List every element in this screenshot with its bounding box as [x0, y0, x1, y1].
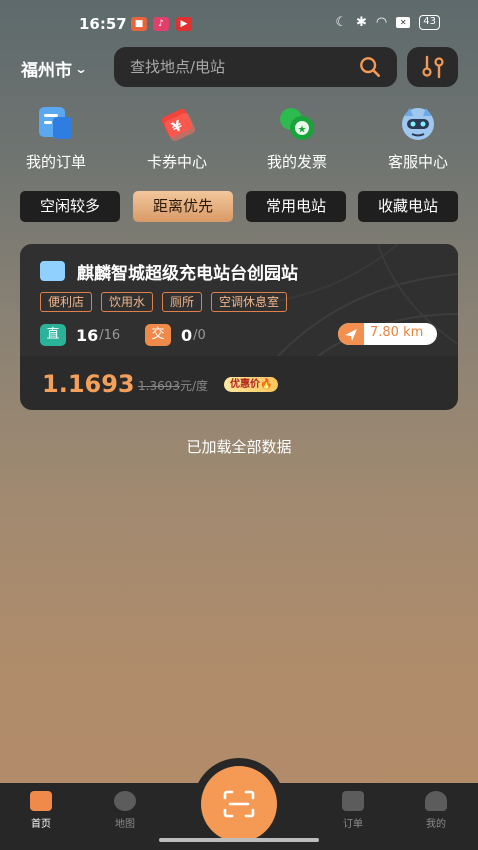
scan-button[interactable] [201, 766, 277, 842]
profile-icon [425, 791, 447, 811]
distance-value: 7.80 km [370, 325, 424, 340]
nav-label: 地图 [115, 819, 135, 830]
quick-menu-label: 卡券中心 [146, 153, 207, 171]
fire-icon: 🔥 [260, 379, 273, 390]
nav-map[interactable]: 地图 [95, 791, 155, 830]
orders-icon [342, 791, 364, 811]
filter-chip-frequent[interactable]: 常用电站 [246, 191, 346, 222]
station-card-header: 麒麟智城超级充电站台创园站 便利店 饮用水 厕所 空调休息室 直 16 /16 … [20, 244, 458, 356]
dc-free-count: 16 [76, 325, 99, 345]
promo-badge: 优惠价🔥 [224, 377, 279, 392]
moon-icon: ☾ [335, 15, 348, 30]
customer-service-icon [398, 104, 438, 144]
nav-label: 首页 [31, 819, 51, 830]
price-unit: 元/度 [180, 379, 209, 393]
bluetooth-icon: ✱ [356, 15, 367, 30]
filter-chip-idle[interactable]: 空闲较多 [20, 191, 120, 222]
quick-menu-label: 客服中心 [387, 153, 448, 171]
old-price-value: 1.3693 [138, 379, 180, 393]
station-card[interactable]: 麒麟智城超级充电站台创园站 便利店 饮用水 厕所 空调休息室 直 16 /16 … [20, 244, 458, 410]
quick-menu-coupons[interactable]: ¥ 卡券中心 [127, 104, 227, 172]
ac-pile-status: 交 0 /0 [145, 324, 206, 346]
city-selector[interactable]: 福州市 ⌄ [21, 56, 88, 81]
ac-badge: 交 [145, 324, 171, 346]
filter-chip-favorites[interactable]: 收藏电站 [358, 191, 458, 222]
dc-badge: 直 [40, 324, 66, 346]
notification-app-icon: ■ [131, 17, 147, 31]
city-label: 福州市 [21, 61, 72, 81]
filter-chip-distance[interactable]: 距离优先 [133, 191, 233, 222]
status-time: 16:57 [79, 15, 127, 33]
home-icon [30, 791, 52, 811]
old-price: 1.3693元/度 [138, 377, 208, 394]
quick-menu-label: 我的发票 [266, 153, 327, 171]
current-price: 1.1693 [42, 370, 135, 398]
wifi-icon: ◠ [375, 15, 388, 30]
nav-orders[interactable]: 订单 [323, 791, 383, 830]
ac-free-count: 0 [181, 325, 193, 345]
quick-menu-label: 我的订单 [25, 153, 86, 171]
sliders-icon [421, 55, 444, 79]
status-bar: 16:57 ■ ♪ ▶ ☾ ✱ ◠ ✕ 43 [0, 0, 478, 48]
search-bar[interactable] [114, 47, 397, 87]
quick-menu-orders[interactable]: 我的订单 [6, 104, 106, 172]
video-app-icon: ▶ [176, 17, 192, 31]
station-name: 麒麟智城超级充电站台创园站 [77, 264, 298, 284]
battery-icon: 43 [419, 15, 440, 30]
coupon-icon: ¥ [157, 104, 197, 144]
nav-profile[interactable]: 我的 [406, 791, 466, 830]
station-tags: 便利店 饮用水 厕所 空调休息室 [40, 292, 288, 312]
invoice-icon: ★ [277, 104, 317, 144]
order-icon [36, 104, 76, 144]
search-input[interactable] [130, 58, 340, 76]
nav-home[interactable]: 首页 [11, 791, 71, 830]
status-icons: ☾ ✱ ◠ ✕ 43 [335, 15, 440, 30]
station-icon [40, 261, 65, 281]
home-indicator [159, 838, 319, 842]
station-tag: 厕所 [162, 292, 203, 312]
loaded-all-text: 已加载全部数据 [186, 438, 292, 456]
map-icon [114, 791, 136, 811]
quick-menu-service[interactable]: 客服中心 [368, 104, 468, 172]
scan-icon [223, 790, 255, 818]
promo-label: 优惠价 [230, 379, 260, 390]
navigate-distance-button[interactable]: 7.80 km [338, 323, 437, 345]
chevron-down-icon: ⌄ [74, 61, 88, 76]
dc-total-count: /16 [99, 327, 121, 343]
station-tag: 空调休息室 [211, 292, 288, 312]
nav-label: 订单 [343, 819, 363, 830]
sim-icon: ✕ [396, 17, 411, 28]
navigation-arrow-icon [338, 323, 364, 345]
dc-pile-status: 直 16 /16 [40, 324, 120, 346]
ac-total-count: /0 [193, 327, 206, 343]
search-icon[interactable] [359, 56, 381, 78]
filter-settings-button[interactable] [407, 47, 458, 87]
svg-text:★: ★ [298, 125, 307, 136]
music-app-icon: ♪ [153, 17, 169, 31]
station-tag: 便利店 [40, 292, 93, 312]
nav-label: 我的 [426, 819, 446, 830]
quick-menu-invoices[interactable]: ★ 我的发票 [247, 104, 347, 172]
station-tag: 饮用水 [101, 292, 154, 312]
